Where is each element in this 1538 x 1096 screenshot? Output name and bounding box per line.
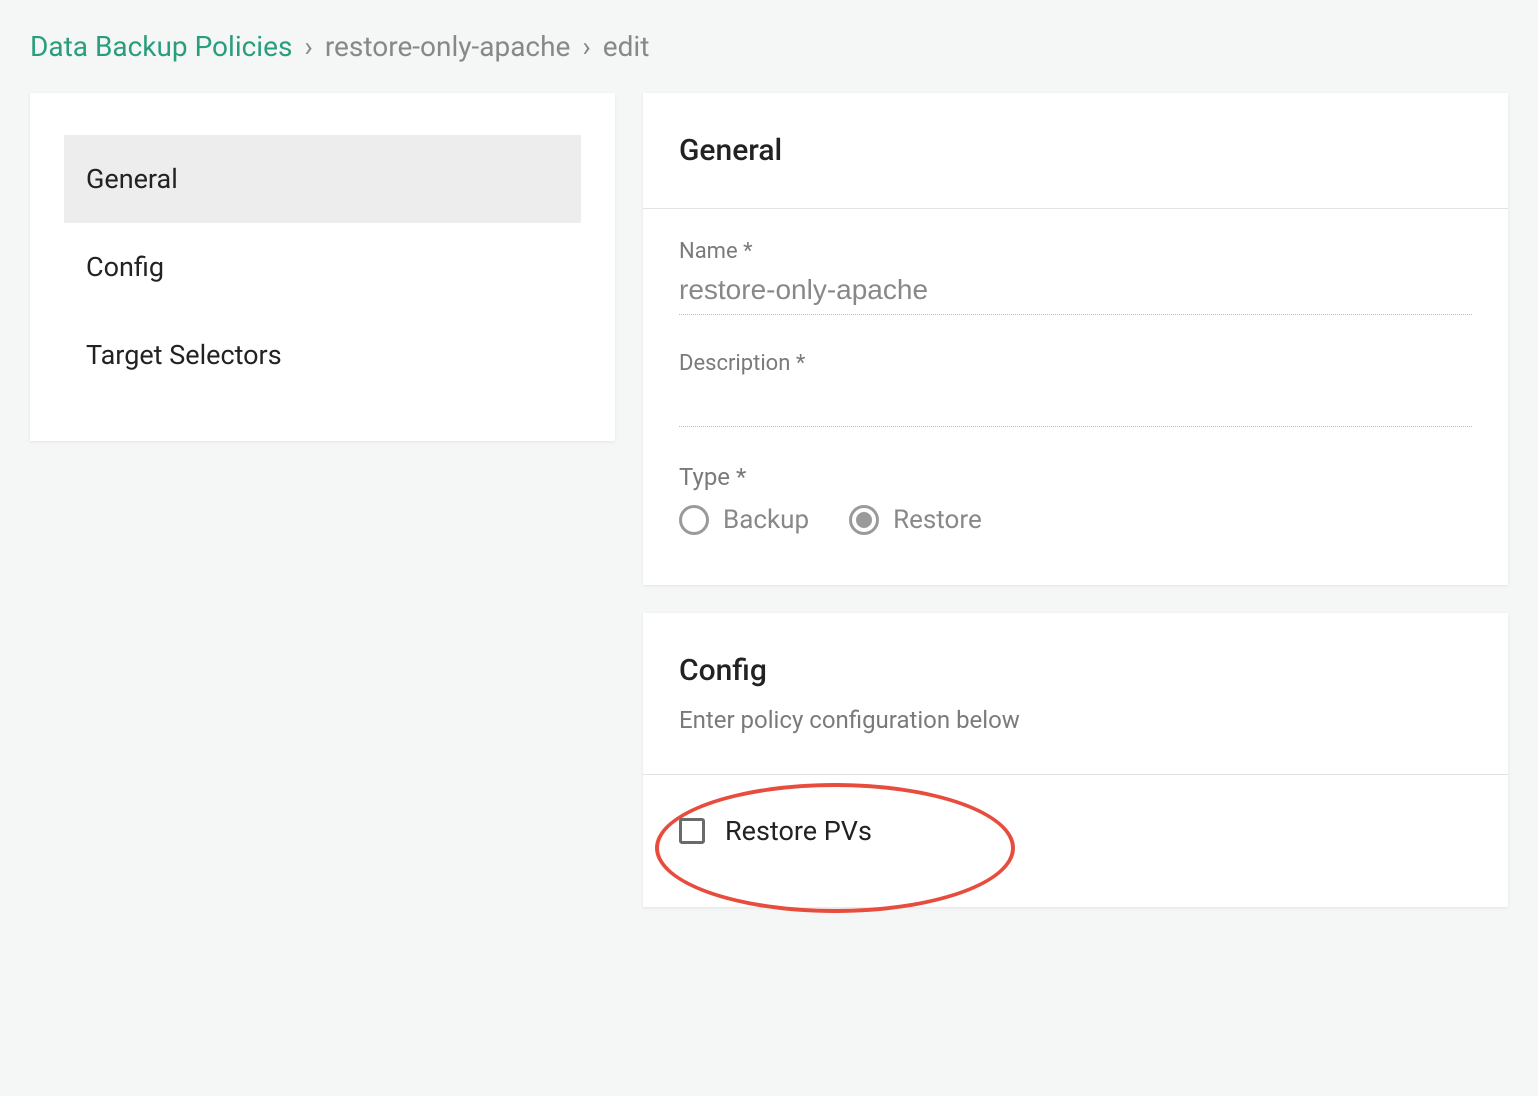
type-label: Type * [679,463,1472,491]
name-label: Name * [679,239,1472,264]
breadcrumb-action: edit [603,30,650,63]
config-card: Config Enter policy configuration below … [643,613,1508,907]
name-input[interactable] [679,270,1472,315]
general-card: General Name * Description * Type * [643,93,1508,585]
breadcrumb-separator: › [304,30,312,63]
breadcrumb: Data Backup Policies › restore-only-apac… [30,30,1508,63]
sidebar-item-general[interactable]: General [64,135,581,223]
breadcrumb-root-link[interactable]: Data Backup Policies [30,30,292,63]
sidebar-item-config[interactable]: Config [64,223,581,311]
breadcrumb-item: restore-only-apache [325,30,571,63]
sidebar: General Config Target Selectors [30,93,615,441]
description-input[interactable] [679,382,1472,427]
radio-label-backup: Backup [723,505,809,535]
radio-option-backup[interactable]: Backup [679,505,809,535]
restore-pvs-checkbox[interactable] [679,818,705,844]
restore-pvs-label: Restore PVs [725,815,872,847]
config-subheading: Enter policy configuration below [679,706,1472,734]
radio-option-restore[interactable]: Restore [849,505,982,535]
config-heading: Config [679,653,1472,688]
description-label: Description * [679,351,1472,376]
sidebar-item-target-selectors[interactable]: Target Selectors [64,311,581,399]
radio-label-restore: Restore [893,505,982,535]
breadcrumb-separator: › [582,30,590,63]
general-heading: General [679,133,1472,168]
annotation-highlight-ellipse [655,783,1015,913]
radio-circle-icon [679,505,709,535]
radio-circle-selected-icon [849,505,879,535]
